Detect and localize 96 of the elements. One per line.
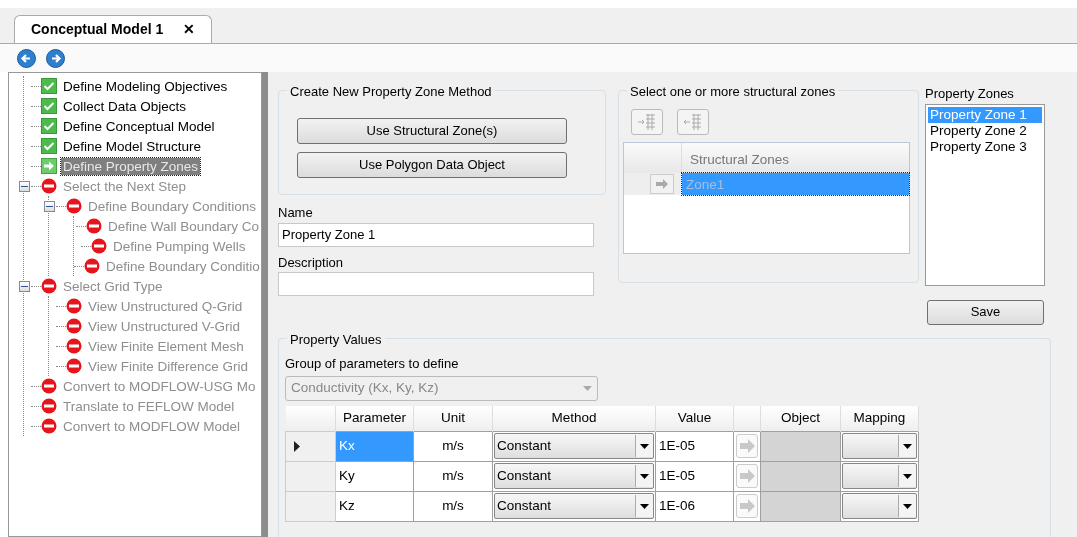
- tree-item[interactable]: Define Wall Boundary Co: [105, 217, 261, 235]
- checkmark-icon: [41, 138, 57, 154]
- remove-zone-button[interactable]: [677, 109, 709, 135]
- right-arrow-icon: [738, 497, 756, 515]
- tree-item[interactable]: Select the Next Step: [61, 177, 189, 195]
- mapping-select[interactable]: [842, 433, 917, 459]
- dropdown-arrow-icon: [640, 473, 649, 479]
- table-cell: 1E-05: [655, 431, 734, 461]
- method-select[interactable]: Constant: [494, 463, 654, 489]
- tree-item[interactable]: Define Modeling Objectives: [61, 77, 230, 95]
- checkmark-icon: [41, 98, 57, 114]
- close-button[interactable]: ✕: [183, 19, 196, 40]
- no-entry-icon: [66, 358, 82, 374]
- table-cell: Kz: [335, 491, 414, 521]
- name-label: Name: [278, 204, 314, 222]
- dropdown-arrow-icon: [640, 503, 649, 509]
- no-entry-icon: [41, 418, 57, 434]
- dropdown-arrow-icon: [903, 473, 912, 479]
- list-item[interactable]: Property Zone 1: [928, 106, 1042, 123]
- table-cell: Kx: [335, 431, 414, 461]
- tree-item[interactable]: Convert to MODFLOW-USG Mo: [61, 377, 258, 395]
- dropdown-arrow-icon: [903, 443, 912, 449]
- description-label: Description: [278, 253, 345, 272]
- collapse-toggle[interactable]: [18, 280, 30, 292]
- no-entry-icon: [91, 238, 107, 254]
- tree-item[interactable]: View Unstructured Q-Grid: [86, 297, 245, 315]
- no-entry-icon: [84, 258, 100, 274]
- method-button[interactable]: Use Polygon Data Object: [297, 152, 567, 178]
- right-arrow-icon: [738, 467, 756, 485]
- add-zone-button[interactable]: [631, 109, 663, 135]
- tree-item[interactable]: View Unstructured V-Grid: [86, 317, 243, 335]
- dropdown-arrow-icon: [640, 443, 649, 449]
- no-entry-icon: [66, 298, 82, 314]
- no-entry-icon: [41, 398, 57, 414]
- list-item[interactable]: Property Zone 3: [928, 138, 1042, 155]
- header-corner: [624, 143, 682, 173]
- tree-item[interactable]: Define Model Structure: [61, 137, 204, 155]
- no-entry-icon: [41, 378, 57, 394]
- tree-item[interactable]: Define Pumping Wells: [111, 237, 248, 255]
- tree-item[interactable]: Collect Data Objects: [61, 97, 189, 115]
- tree-item[interactable]: Select Grid Type: [61, 277, 165, 295]
- column-header: Unit: [413, 406, 493, 431]
- tree-item[interactable]: Define Boundary Conditio: [104, 257, 261, 275]
- no-entry-icon: [66, 318, 82, 334]
- no-entry-icon: [85, 218, 102, 234]
- column-header: Method: [492, 406, 656, 431]
- back-icon[interactable]: [17, 48, 36, 68]
- no-entry-icon: [41, 278, 57, 294]
- dropdown-arrow-icon: [583, 386, 592, 391]
- checkmark-icon: [41, 78, 57, 94]
- table-cell: Ky: [335, 461, 414, 491]
- tab-title: Conceptual Model 1: [31, 20, 164, 39]
- column-header: [733, 406, 761, 431]
- tree-item[interactable]: Define Property Zones: [61, 157, 201, 175]
- arrow-icon: [41, 158, 57, 174]
- name-field[interactable]: Property Zone 1: [278, 222, 594, 247]
- no-entry-icon: [66, 338, 82, 354]
- column-header: Mapping: [840, 406, 919, 431]
- tree-item[interactable]: Define Boundary Conditions: [86, 197, 259, 215]
- no-entry-icon: [66, 198, 82, 214]
- collapse-toggle[interactable]: [18, 180, 30, 192]
- column-header: Parameter: [335, 406, 414, 431]
- method-select[interactable]: Constant: [494, 493, 654, 519]
- table-cell: m/s: [413, 461, 493, 491]
- tree-item[interactable]: Convert to MODFLOW Model: [61, 417, 243, 435]
- property-zones-label: Property Zones: [925, 85, 1015, 103]
- save-button[interactable]: Save: [927, 299, 1044, 325]
- forward-icon[interactable]: [46, 48, 65, 68]
- mapping-select[interactable]: [842, 463, 917, 489]
- tree-item[interactable]: View Finite Difference Grid: [86, 357, 251, 375]
- no-entry-icon: [41, 178, 57, 194]
- right-arrow-icon: [738, 437, 756, 455]
- column-header: Object: [760, 406, 841, 431]
- grid-remove-icon: [683, 113, 703, 131]
- tree-item[interactable]: Define Conceptual Model: [61, 117, 217, 135]
- mapping-select[interactable]: [842, 493, 917, 519]
- parameter-group-label: Group of parameters to define: [285, 354, 460, 373]
- grid-add-icon: [637, 113, 657, 131]
- current-row-icon: [294, 440, 300, 452]
- collapse-toggle[interactable]: [43, 200, 55, 212]
- method-button[interactable]: Use Structural Zone(s): [297, 118, 567, 144]
- table-cell: 1E-06: [655, 491, 734, 521]
- checkmark-icon: [41, 118, 57, 134]
- column-header: Value: [655, 406, 734, 431]
- list-item[interactable]: Property Zone 2: [928, 122, 1042, 139]
- header-corner: [285, 406, 336, 431]
- table-cell: m/s: [413, 431, 493, 461]
- tree-item[interactable]: Translate to FEFLOW Model: [61, 397, 237, 415]
- table-cell: 1E-05: [655, 461, 734, 491]
- description-field[interactable]: [278, 272, 594, 296]
- dropdown-arrow-icon: [903, 503, 912, 509]
- column-header: Structural Zones: [682, 143, 909, 173]
- tree-item[interactable]: View Finite Element Mesh: [86, 337, 246, 355]
- table-cell: m/s: [413, 491, 493, 521]
- document-tab[interactable]: Conceptual Model 1 ✕: [14, 15, 213, 43]
- method-select[interactable]: Constant: [494, 433, 654, 459]
